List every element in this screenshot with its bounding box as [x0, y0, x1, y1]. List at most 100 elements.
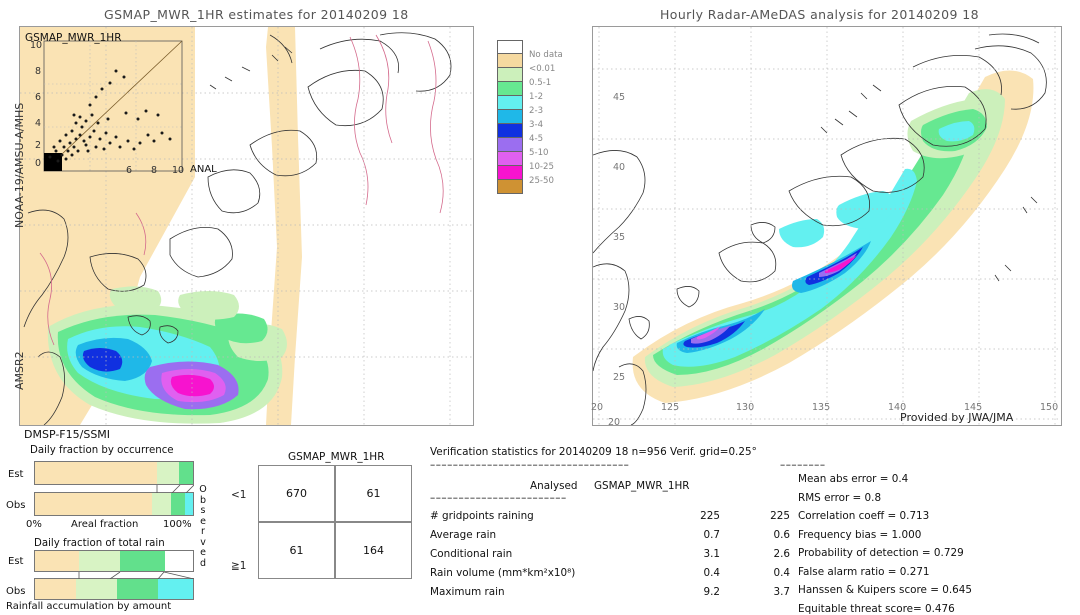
occurrence-connectors: [156, 485, 194, 493]
occurrence-est-label: Est: [8, 469, 24, 480]
contingency-row-ge1: ≧1: [231, 560, 247, 572]
inset-xtick-6: 6: [126, 165, 133, 176]
skill-score-6: Hanssen & Kuipers score = 0.645: [798, 584, 973, 596]
colorbar-label-4: 2-3: [529, 106, 544, 117]
colorbar-label-3: 1-2: [529, 92, 544, 103]
jwa-jma-credit: Provided by JWA/JMA: [900, 411, 1014, 424]
inset-xaxis-label: ANAL: [190, 164, 217, 175]
colorbar-label-5: 3-4: [529, 120, 544, 131]
colorbar-label-7: 5-10: [529, 148, 549, 159]
colorbar-swatch-2: [497, 68, 523, 82]
lat-tick-45: 45: [613, 92, 626, 103]
colorbar-swatch-3: [497, 82, 523, 96]
right-map-panel[interactable]: [592, 26, 1062, 426]
bar-segment-2: [170, 493, 186, 515]
stat-row-name-1: Average rain: [430, 529, 497, 541]
left-panel-title: GSMAP_MWR_1HR estimates for 20140209 18: [104, 7, 409, 22]
skill-score-4: Probability of detection = 0.729: [798, 547, 964, 559]
scores-divider: ––––––––: [780, 459, 826, 471]
colorbar-swatch-4: [497, 96, 523, 110]
contingency-header: GSMAP_MWR_1HR: [288, 451, 385, 463]
bar-segment-0: [35, 493, 152, 515]
stat-row-name-0: # gridpoints raining: [430, 510, 534, 522]
side-label-amsr2: AMSR2: [13, 351, 26, 390]
skill-score-1: RMS error = 0.8: [798, 491, 882, 504]
contingency-cell-10: 61: [258, 522, 335, 579]
skill-score-3: Frequency bias = 1.000: [798, 528, 922, 541]
occurrence-axis-center: Areal fraction: [71, 519, 139, 530]
inset-ytick-0: 0: [35, 158, 42, 169]
bar-segment-3: [185, 493, 193, 515]
stat-row-model-0: 225: [770, 510, 790, 522]
colorbar-swatch-10: [497, 180, 523, 194]
lon-tick-150: 150: [1040, 402, 1059, 413]
inset-ytick-2: 2: [35, 140, 42, 151]
colorbar-swatch-6: [497, 124, 523, 138]
contingency-cell-11: 164: [335, 522, 412, 579]
colorbar: No data <0.01 0.5-1 1-2 2-3 3-4 4-5 5-10 10-25 25…: [497, 40, 563, 194]
colorbar-swatch-1: [497, 54, 523, 68]
lat-tick-20: 20: [591, 402, 604, 413]
stat-row-model-2: 2.6: [773, 548, 790, 560]
skill-score-2: Correlation coeff = 0.713: [798, 510, 930, 522]
stat-row-name-3: Rain volume (mm*km²x10⁸): [430, 567, 576, 579]
observed-letters: Observed: [199, 484, 207, 569]
occurrence-axis-right: 100%: [163, 519, 192, 530]
totalrain-obs-bar: [34, 578, 194, 600]
verification-divider2: ––––––––––––––––––––––––: [430, 492, 567, 504]
verification-col-model: GSMAP_MWR_1HR: [594, 480, 690, 492]
bar-segment-1: [79, 551, 121, 571]
contingency-observed-label: Observed: [199, 484, 211, 569]
bar-segment-3: [158, 579, 193, 599]
occurrence-obs-bar: [34, 492, 194, 516]
contingency-cell-00: 670: [258, 465, 335, 522]
bar-segment-1: [76, 579, 118, 599]
bar-segment-0: [35, 579, 77, 599]
skill-score-7: Equitable threat score= 0.476: [798, 602, 955, 615]
stat-row-name-4: Maximum rain: [430, 586, 505, 598]
colorbar-swatch-0: [497, 40, 523, 54]
left-map-panel[interactable]: [19, 26, 474, 426]
contingency-cell-01: 61: [335, 465, 412, 522]
lon-tick-130: 130: [736, 402, 755, 413]
bar-segment-1: [151, 493, 171, 515]
bar-segment-1: [156, 462, 179, 484]
side-label-noaa: NOAA-19/AMSU-A/MHS: [13, 102, 26, 228]
totalrain-chart-title: Daily fraction of total rain: [34, 538, 165, 549]
lat-tick-35: 35: [613, 232, 626, 243]
lat-tick-20-lower: 20: [608, 417, 621, 428]
occurrence-obs-label: Obs: [6, 500, 26, 511]
bar-segment-2: [120, 551, 165, 571]
colorbar-label-6: 4-5: [529, 134, 544, 145]
right-map-svg: [593, 27, 1061, 425]
inset-ytick-4: 4: [35, 118, 42, 129]
inset-xtick-8: 8: [151, 165, 158, 176]
totalrain-connectors: [78, 572, 194, 579]
colorbar-label-8: 10-25: [529, 162, 554, 173]
skill-score-0: Mean abs error = 0.4: [798, 473, 909, 485]
verification-divider: –––––––––––––––––––––––––––––––––––: [430, 459, 630, 471]
stat-row-analysed-4: 9.2: [703, 586, 720, 598]
right-panel-title: Hourly Radar-AMeDAS analysis for 2014020…: [660, 7, 979, 22]
occurrence-axis-left: 0%: [26, 519, 42, 530]
totalrain-est-label: Est: [8, 556, 24, 567]
colorbar-swatch-8: [497, 152, 523, 166]
contingency-row-lt1: <1: [231, 489, 247, 501]
left-map-svg: [20, 27, 473, 425]
stat-row-model-1: 0.6: [773, 529, 790, 541]
side-label-dmsp: DMSP-F15/SSMI: [24, 428, 111, 441]
occurrence-est-bar: [34, 461, 194, 485]
stat-row-analysed-2: 3.1: [703, 548, 720, 560]
stat-row-analysed-3: 0.4: [703, 567, 720, 579]
lat-tick-25: 25: [613, 372, 626, 383]
verification-heading: Verification statistics for 20140209 18 …: [430, 446, 757, 458]
totalrain-est-bar: [34, 550, 194, 572]
bar-segment-0: [35, 551, 80, 571]
colorbar-swatch-9: [497, 166, 523, 180]
colorbar-swatch-7: [497, 138, 523, 152]
verification-col-analysed: Analysed: [530, 480, 578, 492]
lat-tick-30: 30: [613, 302, 626, 313]
colorbar-label-1: <0.01: [529, 64, 556, 75]
lon-tick-135: 135: [812, 402, 831, 413]
stat-row-model-3: 0.4: [773, 567, 790, 579]
